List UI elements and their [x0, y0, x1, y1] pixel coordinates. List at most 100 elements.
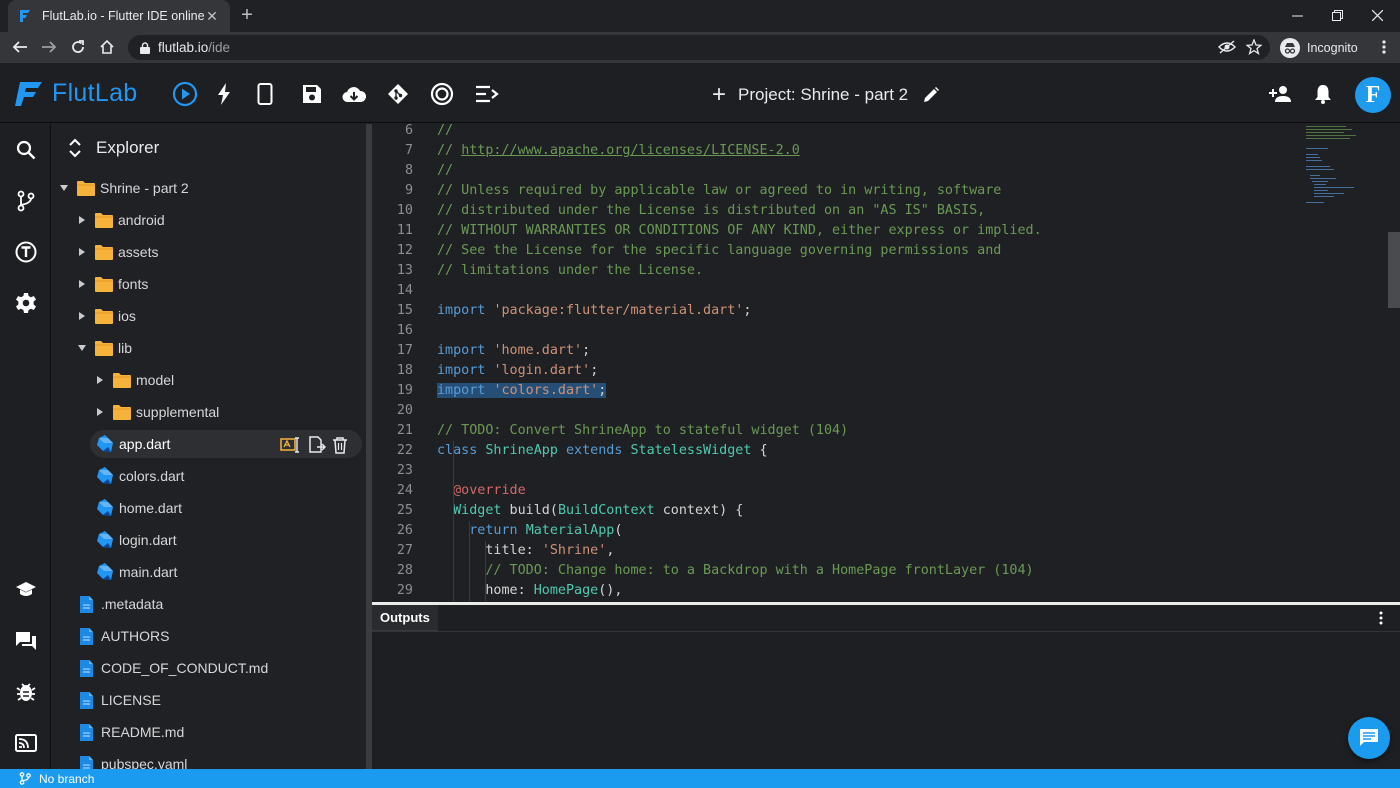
browser-tab[interactable]: FlutLab.io - Flutter IDE online ✕ [8, 0, 230, 32]
user-avatar[interactable]: F [1355, 77, 1391, 113]
caret-right-icon[interactable] [94, 406, 106, 418]
code-line[interactable]: 11 // WITHOUT WARRANTIES OR CONDITIONS OF… [372, 221, 1400, 241]
tasks-button[interactable] [474, 81, 500, 107]
invite-user-button[interactable] [1267, 81, 1293, 107]
record-button[interactable] [429, 81, 455, 107]
code-line[interactable]: 19 import 'colors.dart'; [372, 381, 1400, 401]
code-line[interactable]: 21 // TODO: Convert ShrineApp to stateful… [372, 421, 1400, 441]
rename-icon[interactable] [280, 436, 302, 454]
code-line[interactable]: 27 title: 'Shrine', [372, 541, 1400, 561]
code-line[interactable]: 14 [372, 281, 1400, 301]
tree-file[interactable]: login.dart [52, 526, 366, 554]
download-button[interactable] [341, 81, 367, 107]
caret-right-icon[interactable] [76, 246, 88, 258]
add-project-icon[interactable]: + [712, 83, 726, 107]
caret-right-icon[interactable] [76, 310, 88, 322]
tree-folder[interactable]: ios [52, 302, 366, 330]
code-line[interactable]: 15 import 'package:flutter/material.dart'… [372, 301, 1400, 321]
code-line[interactable]: 7 // http://www.apache.org/licenses/LICEN… [372, 141, 1400, 161]
cast-button[interactable] [13, 730, 39, 756]
search-button[interactable] [13, 137, 39, 163]
close-window-button[interactable] [1354, 0, 1400, 30]
code-line[interactable]: 29 home: HomePage(), [372, 581, 1400, 601]
code-line[interactable]: 8 // [372, 161, 1400, 181]
home-button[interactable] [96, 36, 118, 58]
tree-file[interactable]: colors.dart [52, 462, 366, 490]
tree-file[interactable]: README.md [52, 718, 366, 746]
code-line[interactable]: 25 Widget build(BuildContext context) { [372, 501, 1400, 521]
source-control-button[interactable] [13, 188, 39, 214]
git-button[interactable] [385, 81, 411, 107]
tree-file[interactable]: main.dart [52, 558, 366, 586]
tree-file[interactable]: LICENSE [52, 686, 366, 714]
caret-down-icon[interactable] [58, 182, 70, 194]
edit-pencil-icon[interactable] [922, 86, 940, 104]
flutlab-logo[interactable]: FlutLab [14, 79, 138, 108]
caret-right-icon[interactable] [76, 214, 88, 226]
save-button[interactable] [299, 81, 325, 107]
code-line[interactable]: 24 @override [372, 481, 1400, 501]
settings-button[interactable] [13, 290, 39, 316]
code-editor[interactable]: 6 // 7 // http://www.apache.org/licenses/LI… [372, 124, 1400, 602]
tree-folder[interactable]: android [52, 206, 366, 234]
line-number: 8 [404, 163, 413, 178]
code-line[interactable]: 26 return MaterialApp( [372, 521, 1400, 541]
code-line[interactable]: 12 // See the License for the specific la… [372, 241, 1400, 261]
folder-icon [76, 180, 96, 197]
chat-button[interactable] [1348, 717, 1390, 759]
code-line[interactable]: 17 import 'home.dart'; [372, 341, 1400, 361]
caret-right-icon[interactable] [94, 374, 106, 386]
forward-button[interactable] [38, 36, 60, 58]
tree-folder[interactable]: fonts [52, 270, 366, 298]
tree-file[interactable]: .metadata [52, 590, 366, 618]
back-button[interactable] [9, 36, 31, 58]
tree-file[interactable]: home.dart [52, 494, 366, 522]
debug-button[interactable] [13, 679, 39, 705]
browser-menu-button[interactable] [1374, 37, 1394, 57]
incognito-indicator[interactable]: Incognito [1280, 36, 1358, 59]
learn-button[interactable] [13, 577, 39, 603]
caret-right-icon[interactable] [76, 278, 88, 290]
code-line[interactable]: 23 [372, 461, 1400, 481]
editor-scrollbar[interactable] [1388, 232, 1400, 308]
tree-file[interactable]: AUTHORS [52, 622, 366, 650]
branch-status[interactable]: No branch [39, 772, 94, 786]
forum-button[interactable] [13, 628, 39, 654]
templates-button[interactable] [13, 239, 39, 265]
address-bar[interactable]: flutlab.io/ide [128, 35, 1270, 60]
reload-button[interactable] [67, 36, 89, 58]
code-line[interactable]: 28 // TODO: Change home: to a Backdrop w… [372, 561, 1400, 581]
tree-file[interactable]: pubspec.yaml [52, 750, 366, 769]
code-line[interactable]: 20 [372, 401, 1400, 421]
code-line[interactable]: 9 // Unless required by applicable law or… [372, 181, 1400, 201]
tree-folder[interactable]: lib [52, 334, 366, 362]
tracking-blocked-button[interactable] [1217, 37, 1237, 57]
tree-folder[interactable]: model [52, 366, 366, 394]
hot-reload-button[interactable] [211, 81, 237, 107]
code-line[interactable]: 10 // distributed under the License is di… [372, 201, 1400, 221]
trash-icon[interactable] [332, 436, 348, 454]
device-preview-button[interactable] [252, 81, 278, 107]
notifications-button[interactable] [1310, 81, 1336, 107]
tree-folder[interactable]: supplemental [52, 398, 366, 426]
tree-folder[interactable]: Shrine - part 2 [52, 174, 366, 202]
duplicate-file-icon[interactable] [308, 436, 326, 454]
new-tab-button[interactable]: + [236, 5, 258, 27]
editor-minimap[interactable] [1306, 124, 1388, 214]
code-line[interactable]: 22 class ShrineApp extends StatelessWidge… [372, 441, 1400, 461]
close-tab-icon[interactable]: ✕ [204, 8, 220, 25]
tab-outputs[interactable]: Outputs [372, 605, 438, 631]
outputs-menu-button[interactable] [1372, 609, 1390, 627]
code-line[interactable]: 6 // [372, 124, 1400, 141]
tree-item-label: README.md [101, 724, 185, 740]
code-line[interactable]: 16 [372, 321, 1400, 341]
bookmark-star-button[interactable] [1244, 37, 1264, 57]
run-button[interactable] [172, 81, 198, 107]
code-line[interactable]: 18 import 'login.dart'; [372, 361, 1400, 381]
tree-file[interactable]: app.dart [90, 430, 362, 458]
code-line[interactable]: 13 // limitations under the License. [372, 261, 1400, 281]
caret-down-icon[interactable] [76, 342, 88, 354]
tree-folder[interactable]: assets [52, 238, 366, 266]
tree-file[interactable]: CODE_OF_CONDUCT.md [52, 654, 366, 682]
collapse-expand-icon[interactable] [68, 138, 82, 158]
